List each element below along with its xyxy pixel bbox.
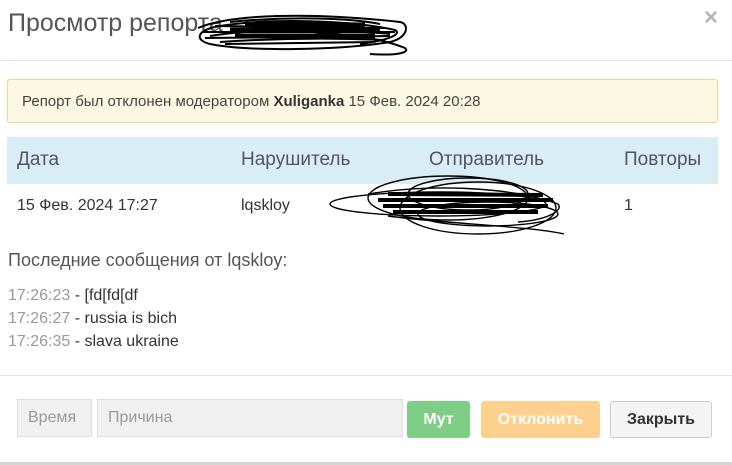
list-item: 17:26:27 - russia is bich [8, 307, 179, 330]
mute-button[interactable]: Мут [407, 401, 470, 438]
mute-time-input[interactable] [17, 399, 92, 437]
message-time: 17:26:35 [8, 333, 71, 350]
cell-sender [419, 183, 614, 228]
alert-text: Репорт был отклонен модератором [22, 93, 274, 110]
cell-violator: lqskloy [231, 183, 419, 228]
decline-button[interactable]: Отклонить [481, 401, 600, 438]
decline-status-alert: Репорт был отклонен модератором Xuligank… [7, 79, 718, 123]
message-time: 17:26:27 [8, 310, 71, 327]
list-item: 17:26:23 - [fd[fd[df [8, 284, 179, 307]
report-table: Дата Нарушитель Отправитель Повторы 15 Ф… [7, 137, 718, 228]
report-view-modal: Просмотр репорта × Репорт был отклонен м… [0, 0, 732, 465]
message-separator: - [70, 310, 85, 327]
recent-messages-title: Последние сообщения от lqskloy: [8, 250, 288, 270]
column-header-repeats: Повторы [614, 137, 718, 184]
modal-footer: Мут Отклонить Закрыть [0, 375, 732, 465]
alert-moderator: Xuliganka [273, 93, 345, 110]
message-separator: - [70, 287, 85, 304]
message-text: slava ukraine [84, 333, 179, 350]
message-text: russia is bich [84, 310, 177, 327]
title-redaction-scribble [197, 14, 408, 56]
list-item: 17:26:35 - slava ukraine [8, 330, 179, 353]
close-icon[interactable]: × [704, 6, 718, 30]
cell-repeats: 1 [614, 183, 718, 228]
modal-title: Просмотр репорта [8, 9, 223, 37]
table-row: 15 Фев. 2024 17:27 lqskloy 1 [7, 183, 718, 228]
table-header-row: Дата Нарушитель Отправитель Повторы [7, 137, 718, 184]
column-header-sender: Отправитель [419, 137, 614, 184]
message-text: [fd[fd[df [84, 287, 138, 304]
cell-date: 15 Фев. 2024 17:27 [7, 183, 231, 228]
modal-header: Просмотр репорта × [0, 0, 732, 61]
reason-input[interactable] [97, 399, 403, 437]
alert-datetime: 15 Фев. 2024 20:28 [344, 93, 481, 110]
column-header-date: Дата [7, 137, 231, 184]
close-button[interactable]: Закрыть [610, 401, 712, 438]
message-separator: - [70, 333, 85, 350]
recent-messages-list: 17:26:23 - [fd[fd[df 17:26:27 - russia i… [8, 284, 179, 353]
column-header-violator: Нарушитель [231, 137, 419, 184]
message-time: 17:26:23 [8, 287, 71, 304]
